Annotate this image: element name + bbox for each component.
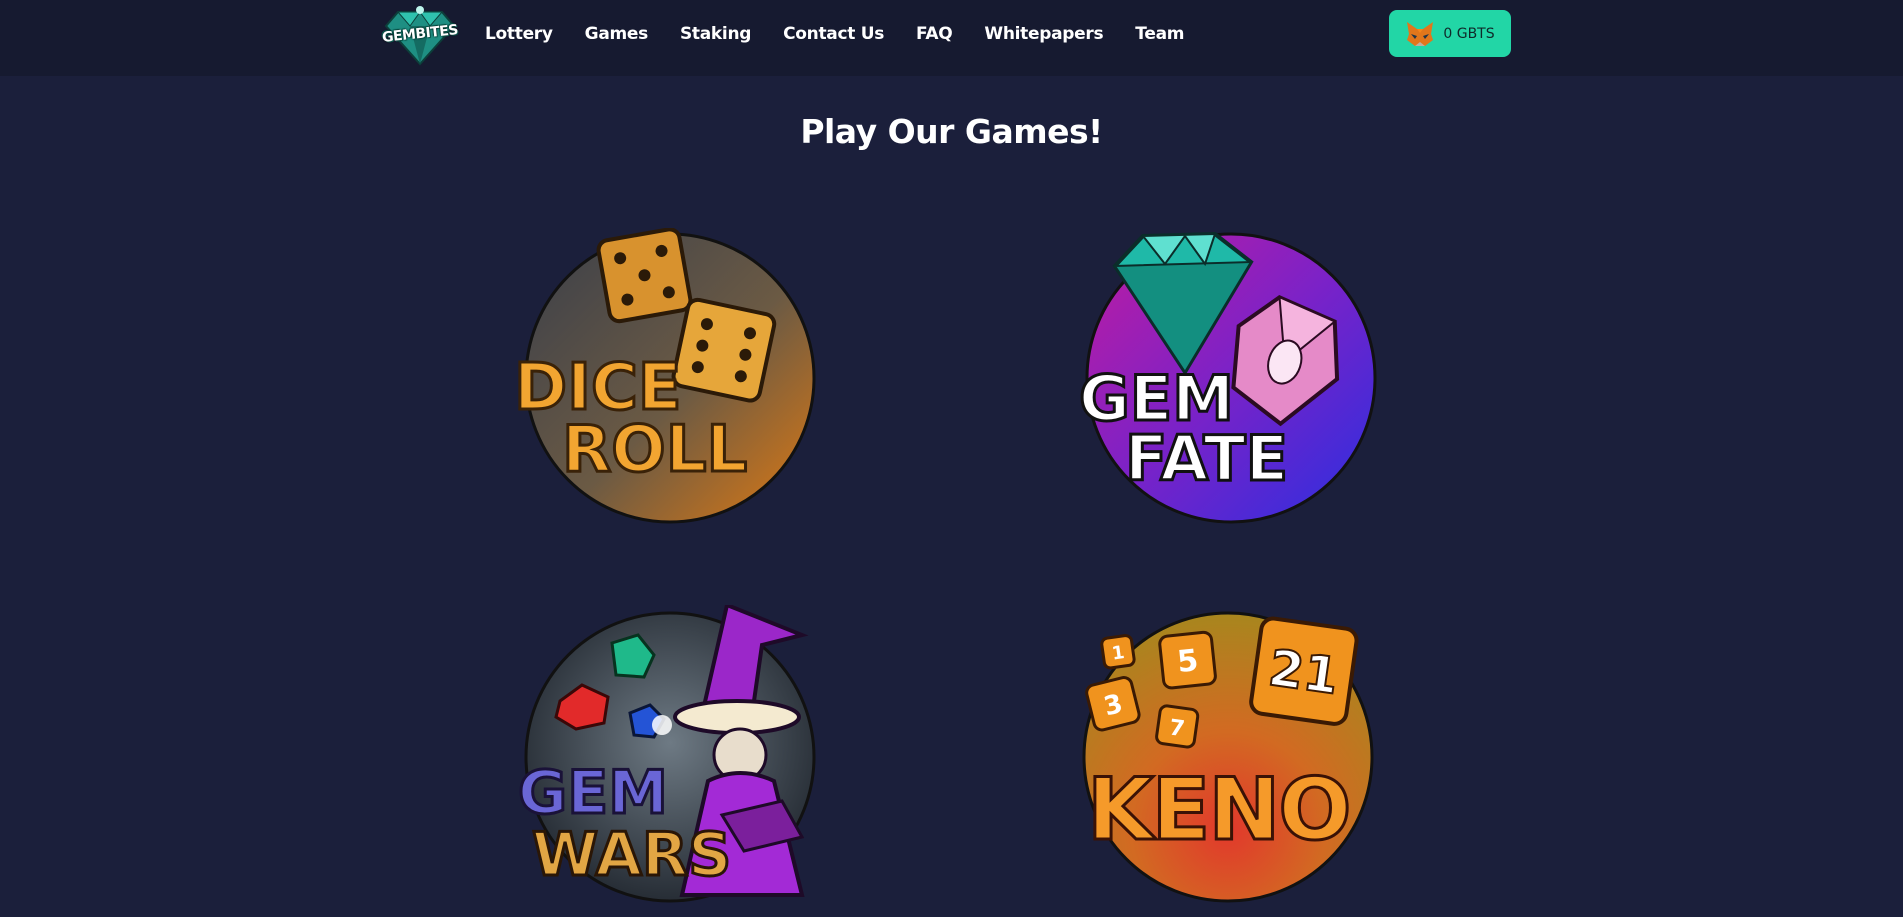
- nav-links: Lottery Games Staking Contact Us FAQ Whi…: [485, 20, 1216, 48]
- metamask-fox-icon: [1407, 21, 1434, 46]
- game-title-keno: KENO: [1085, 760, 1352, 860]
- nav-faq[interactable]: FAQ: [916, 20, 953, 48]
- game-title-line1: GEM: [1078, 362, 1236, 435]
- game-card-gem-fate[interactable]: GEM FATE: [1075, 228, 1385, 528]
- nav-games[interactable]: Games: [585, 20, 649, 48]
- game-title-line1: GEM: [517, 758, 670, 828]
- gembites-logo[interactable]: GEMBITES: [376, 2, 464, 66]
- nav-whitepapers[interactable]: Whitepapers: [984, 20, 1103, 48]
- game-title-line2: ROLL: [560, 413, 748, 487]
- keno-tile-21: 21: [1265, 639, 1342, 706]
- nav-staking[interactable]: Staking: [680, 20, 751, 48]
- keno-tile-5: 5: [1176, 643, 1200, 680]
- wallet-balance-button[interactable]: 0 GBTS: [1389, 10, 1511, 57]
- nav-team[interactable]: Team: [1135, 20, 1184, 48]
- wallet-balance-label: 0 GBTS: [1443, 25, 1495, 42]
- game-title-line2: FATE: [1123, 422, 1289, 495]
- game-card-gem-wars[interactable]: GEM WARS: [512, 605, 822, 905]
- nav-lottery[interactable]: Lottery: [485, 20, 553, 48]
- game-card-keno[interactable]: 1 5 3 7 21 KENO: [1075, 605, 1385, 905]
- game-card-dice-roll[interactable]: DICE ROLL: [512, 228, 822, 528]
- game-title-line2: WARS: [530, 820, 732, 890]
- nav-contact-us[interactable]: Contact Us: [783, 20, 884, 48]
- number-tiles-icon: 1 5 3 7 21: [1082, 611, 1374, 903]
- top-navbar: GEMBITES Lottery Games Staking Contact U…: [0, 0, 1903, 76]
- game-title-line1: DICE: [513, 351, 684, 425]
- page-title: Play Our Games!: [800, 112, 1103, 151]
